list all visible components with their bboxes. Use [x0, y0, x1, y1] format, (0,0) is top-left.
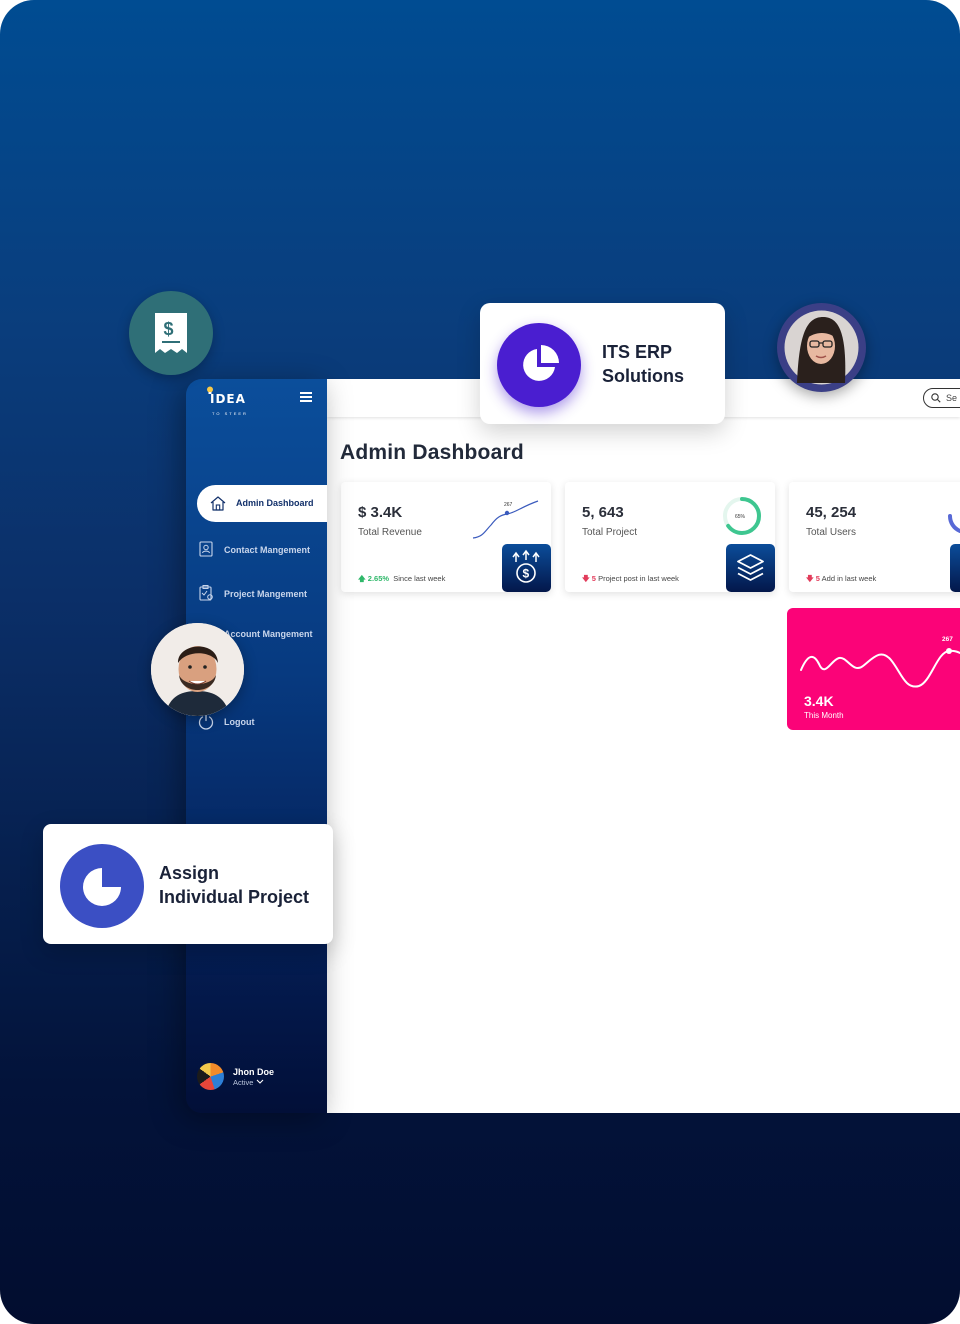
project-delta: 🡇 5 Project post in last week — [582, 574, 679, 583]
avatar — [151, 623, 244, 716]
revenue-label: Total Revenue — [358, 527, 422, 538]
users-label: Total Users — [806, 527, 857, 538]
avatar — [197, 1063, 224, 1090]
sidebar-item-admin-dashboard[interactable]: Admin Dashboard — [197, 485, 327, 522]
project-delta-value: 5 — [591, 574, 596, 583]
sidebar-item-logout[interactable]: Logout — [197, 712, 327, 732]
svg-text:$: $ — [523, 567, 530, 581]
erp-solutions-card: ITS ERP Solutions — [480, 303, 725, 424]
revenue-card[interactable]: $ 3.4K Total Revenue 267 $ 🡅 2.65% Since… — [341, 482, 551, 592]
project-value: 5, 643 — [582, 504, 624, 521]
project-delta-text: Project post in last week — [598, 574, 679, 583]
user-name: Jhon Doe — [233, 1067, 275, 1077]
erp-title-line1: ITS ERP — [602, 342, 673, 362]
logo[interactable]: IDEA TO STEER — [207, 386, 258, 419]
users-delta: 🡇 5 Add in last week — [806, 574, 877, 583]
chevron-down-icon — [256, 1079, 263, 1084]
sidebar-item-label: Contact Mangement — [224, 545, 311, 555]
assign-project-card: Assign Individual Project — [43, 824, 333, 944]
invoice-badge: $ — [129, 291, 213, 375]
avatar — [777, 303, 866, 392]
erp-badge — [497, 323, 581, 407]
project-label: Total Project — [582, 527, 638, 538]
users-delta-value: 5 — [815, 574, 820, 583]
sidebar-item-label: Logout — [224, 717, 255, 727]
assign-title-line1: Assign — [159, 863, 220, 883]
home-icon — [210, 496, 226, 511]
monthly-card[interactable]: 267 3.4K This Month — [787, 608, 960, 730]
man-portrait — [151, 623, 244, 716]
sidebar: IDEA TO STEER Admin Dashboard Contact Ma… — [186, 379, 327, 1113]
user-profile[interactable]: Jhon Doe Active — [197, 1063, 317, 1091]
users-card[interactable]: 45, 254 Total Users 🡇 5 Add in last week — [789, 482, 960, 592]
layers-icon — [737, 554, 764, 581]
search-icon — [931, 393, 941, 403]
users-value: 45, 254 — [806, 504, 857, 521]
pie-chart-icon — [523, 345, 559, 381]
search-text: Se — [946, 393, 958, 403]
users-tile — [950, 544, 960, 592]
menu-toggle-icon[interactable] — [300, 392, 312, 405]
revenue-sparkline: 267 — [472, 500, 539, 539]
users-progress-ring — [947, 514, 960, 533]
sidebar-item-project-management[interactable]: Project Mangement — [197, 584, 327, 604]
sidebar-item-label: Account Mangement — [224, 629, 313, 639]
sidebar-item-label: Project Mangement — [224, 589, 308, 599]
erp-title-line2: Solutions — [602, 366, 684, 386]
ring-label: 65% — [735, 514, 746, 520]
user-status-text: Active — [233, 1078, 254, 1087]
assign-title-line2: Individual Project — [159, 887, 310, 907]
monthly-label: This Month — [804, 711, 844, 720]
background-frame: Se Admin Dashboard $ 3.4K Total Revenue … — [0, 0, 960, 1324]
revenue-value: $ 3.4K — [358, 504, 403, 521]
assign-badge — [60, 844, 144, 928]
project-tile — [726, 544, 775, 592]
search-input[interactable]: Se — [923, 388, 960, 408]
woman-portrait — [784, 310, 859, 385]
dashboard-main: Se Admin Dashboard $ 3.4K Total Revenue … — [327, 379, 960, 1113]
user-status: Active — [233, 1078, 264, 1087]
users-delta-text: Add in last week — [821, 574, 877, 583]
monthly-peak: 267 — [942, 636, 953, 643]
logo-subtext: TO STEER — [212, 411, 248, 416]
project-progress-ring: 65% — [723, 497, 761, 535]
project-card[interactable]: 5, 643 Total Project 65% 🡇 5 Project pos… — [565, 482, 775, 592]
svg-text:$: $ — [164, 319, 174, 339]
revenue-delta: 🡅 2.65% Since last week — [358, 574, 446, 583]
logo-text: IDEA — [210, 392, 246, 406]
clipboard-icon — [199, 585, 213, 601]
monthly-wave — [800, 648, 960, 688]
revenue-delta-text: Since last week — [393, 574, 446, 583]
sparkline-peak-label: 267 — [504, 502, 513, 508]
page-title: Admin Dashboard — [340, 441, 524, 464]
revenue-tile: $ — [502, 544, 551, 592]
pie-chart-icon — [83, 868, 121, 906]
sidebar-item-label: Admin Dashboard — [236, 498, 314, 508]
dollar-growth-icon: $ — [512, 549, 540, 583]
contact-book-icon — [199, 541, 213, 557]
revenue-delta-value: 2.65% — [367, 574, 390, 583]
receipt-dollar-icon: $ — [155, 313, 187, 353]
sidebar-item-contact-management[interactable]: Contact Mangement — [197, 540, 327, 560]
monthly-value: 3.4K — [804, 693, 834, 709]
